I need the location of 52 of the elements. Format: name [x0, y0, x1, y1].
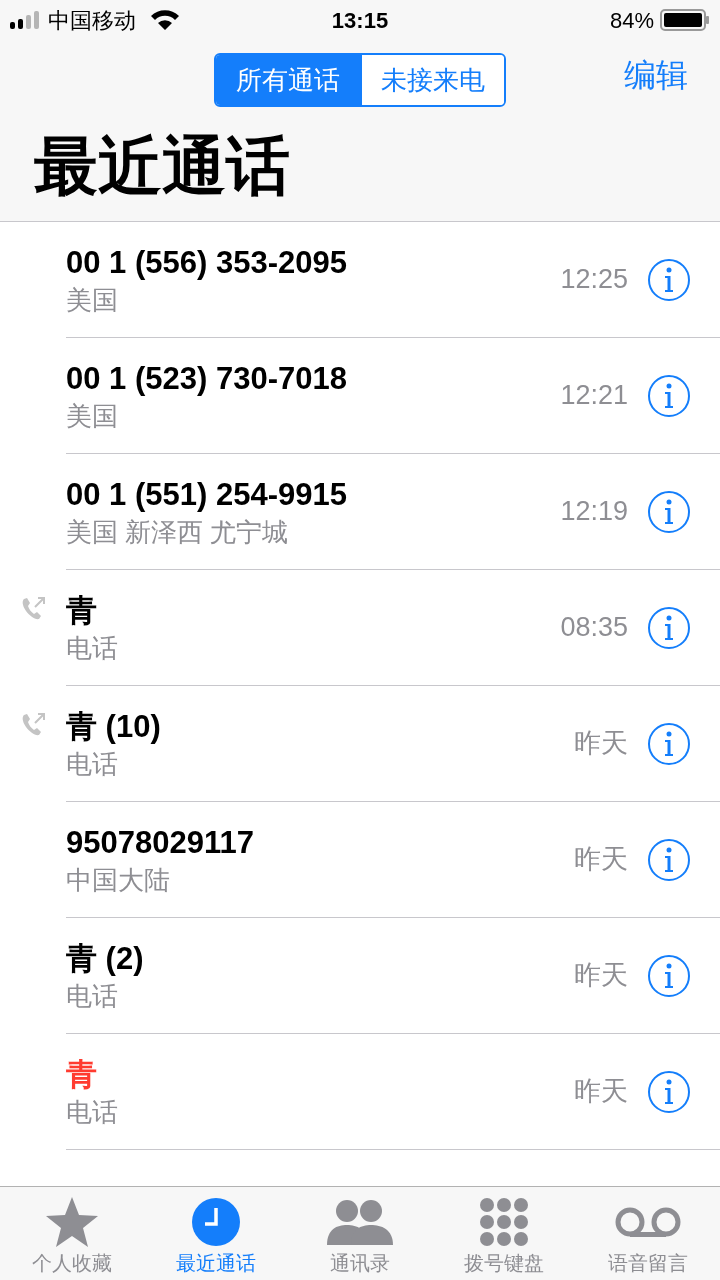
wifi-icon [150, 9, 180, 31]
voicemail-icon [615, 1205, 681, 1239]
star-icon [45, 1196, 99, 1248]
caller-name: 00 1 (556) 353-2095 [66, 243, 348, 282]
page-title: 最近通话 [34, 128, 290, 204]
contacts-icon [327, 1197, 393, 1247]
carrier-name: 中国移动 [48, 6, 136, 35]
signal-icon [10, 11, 42, 29]
call-time: 12:19 [560, 495, 628, 529]
call-time: 12:25 [560, 263, 628, 297]
call-time: 昨天 [574, 843, 628, 877]
call-time: 08:35 [560, 611, 628, 645]
info-icon[interactable] [648, 838, 690, 881]
tab-bar-item[interactable]: 通讯录 [288, 1187, 432, 1280]
caller-name: 00 1 (551) 254-9915 [66, 475, 348, 514]
call-detail: 美国 新泽西 尤宁城 [66, 515, 290, 549]
call-detail: 电话 [66, 979, 119, 1013]
caller-name: 青 (2) [66, 939, 145, 978]
call-detail: 美国 [66, 283, 119, 317]
segment-tab[interactable]: 未接来电 [360, 55, 504, 105]
battery-icon [660, 9, 710, 31]
segment-tab[interactable]: 所有通话 [216, 55, 360, 105]
clock-icon [191, 1197, 241, 1247]
edit-button[interactable]: 编辑 [624, 51, 688, 99]
info-icon[interactable] [648, 606, 690, 649]
info-icon[interactable] [648, 258, 690, 301]
caller-name: 青 [66, 1055, 98, 1094]
call-detail: 电话 [66, 1095, 119, 1129]
call-time: 12:21 [560, 379, 628, 413]
tab-bar-item[interactable]: 个人收藏 [0, 1187, 144, 1280]
info-icon[interactable] [648, 374, 690, 417]
call-detail: 美国 [66, 399, 119, 433]
tab-bar-item[interactable]: 语音留言 [576, 1187, 720, 1280]
call-time: 昨天 [574, 1075, 628, 1109]
info-icon[interactable] [648, 954, 690, 997]
call-detail: 中国大陆 [66, 863, 171, 897]
tab-bar-item[interactable]: 拨号键盘 [432, 1187, 576, 1280]
keypad-icon [479, 1197, 529, 1247]
caller-name: 00 1 (523) 730-7018 [66, 359, 348, 398]
battery-percent: 84% [609, 6, 654, 35]
info-icon[interactable] [648, 490, 690, 533]
call-detail: 电话 [66, 747, 119, 781]
clock-time: 13:15 [331, 6, 389, 35]
tab-bar-item[interactable]: 最近通话 [144, 1187, 288, 1280]
call-detail: 电话 [66, 631, 119, 665]
info-icon[interactable] [648, 1070, 690, 1113]
caller-name: 青 [66, 591, 98, 630]
caller-name: 青 (10) [66, 707, 162, 746]
info-icon[interactable] [648, 722, 690, 765]
call-time: 昨天 [574, 727, 628, 761]
caller-name: 95078029117 [66, 823, 255, 862]
call-time: 昨天 [574, 959, 628, 993]
